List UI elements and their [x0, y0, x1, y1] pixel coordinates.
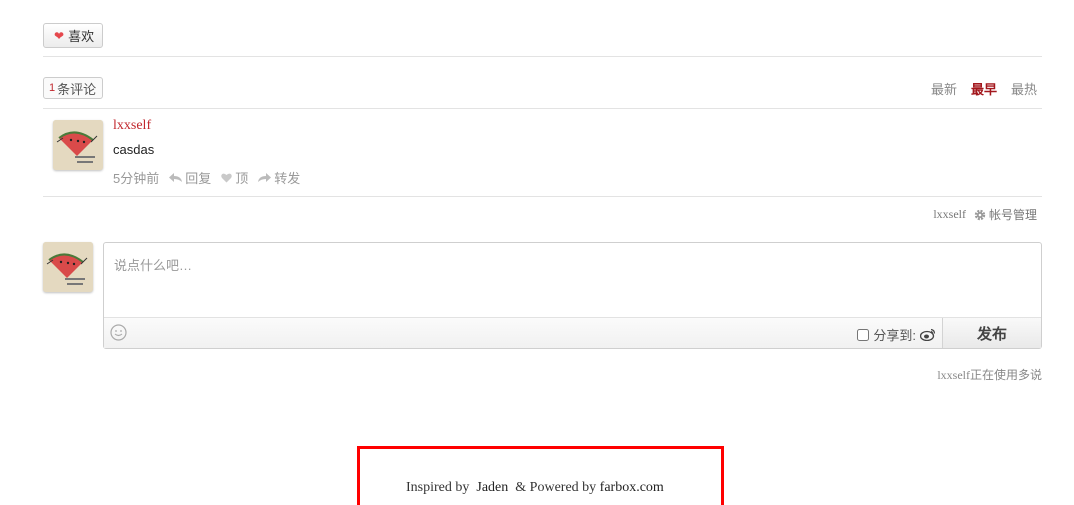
heart-outline-icon	[221, 173, 232, 182]
editor-toolbar: 分享到: 发布	[104, 317, 1041, 348]
upvote-button[interactable]: 顶	[221, 168, 248, 187]
reply-label: 回复	[185, 171, 212, 186]
footer-credits: Inspired by Jaden & Powered by farbox.co…	[406, 480, 664, 496]
inspired-prefix: Inspired by	[406, 480, 470, 495]
account-manage-label: 帐号管理	[988, 208, 1037, 222]
forward-label: 转发	[274, 171, 301, 186]
inspired-link[interactable]: Jaden	[476, 480, 508, 495]
reply-button[interactable]: 回复	[169, 168, 211, 187]
account-username[interactable]: lxxself	[933, 207, 966, 222]
highlight-box	[357, 446, 724, 505]
powered-link[interactable]: farbox.com	[600, 480, 664, 495]
account-manage-link[interactable]: 帐号管理	[974, 206, 1037, 223]
watermelon-avatar-image	[53, 120, 103, 170]
like-button[interactable]: ❤ 喜欢	[43, 23, 104, 48]
divider	[43, 108, 1042, 109]
divider	[43, 196, 1042, 197]
publish-button[interactable]: 发布	[942, 318, 1041, 348]
gear-icon	[974, 209, 986, 220]
sort-tab-newest[interactable]: 最新	[931, 79, 957, 98]
forward-arrow-icon	[258, 172, 272, 182]
like-label: 喜欢	[68, 29, 95, 44]
watermelon-avatar-image	[43, 242, 93, 292]
sort-tab-hottest[interactable]: 最热	[1011, 79, 1037, 98]
using-duoshuo-note: lxxself正在使用多说	[937, 366, 1042, 383]
share-checkbox[interactable]	[857, 328, 870, 341]
comment-text: casdas	[113, 142, 155, 157]
share-label: 分享到:	[873, 328, 916, 343]
emoji-button[interactable]	[110, 324, 127, 344]
comment-editor: 分享到: 发布	[103, 242, 1042, 349]
smiley-icon	[110, 324, 127, 341]
powered-prefix: & Powered by	[515, 480, 597, 495]
comment-author[interactable]: lxxself	[113, 118, 151, 134]
reply-arrow-icon	[169, 172, 183, 182]
comment-actions: 5分钟前 回复 顶 转发	[113, 168, 300, 187]
weibo-icon[interactable]	[920, 328, 936, 341]
upvote-label: 顶	[235, 171, 249, 186]
comment-count-label: 条评论	[57, 81, 97, 97]
forward-button[interactable]: 转发	[258, 168, 300, 187]
comment-avatar[interactable]	[53, 120, 103, 170]
comment-count-badge: 1 条评论	[43, 77, 104, 99]
sort-tab-oldest[interactable]: 最早	[971, 79, 997, 98]
divider	[43, 56, 1042, 57]
sort-tabs: 最新 最早 最热	[931, 79, 1037, 98]
comment-time: 5分钟前	[113, 171, 160, 186]
heart-icon: ❤	[54, 28, 65, 43]
share-option: 分享到:	[857, 325, 936, 344]
using-username[interactable]: lxxself	[937, 368, 970, 382]
using-suffix: 正在使用多说	[969, 368, 1042, 382]
account-bar: lxxself 帐号管理	[933, 206, 1037, 223]
current-user-avatar[interactable]	[43, 242, 93, 292]
comment-count: 1	[49, 82, 56, 94]
comment-textarea[interactable]	[104, 243, 1041, 317]
